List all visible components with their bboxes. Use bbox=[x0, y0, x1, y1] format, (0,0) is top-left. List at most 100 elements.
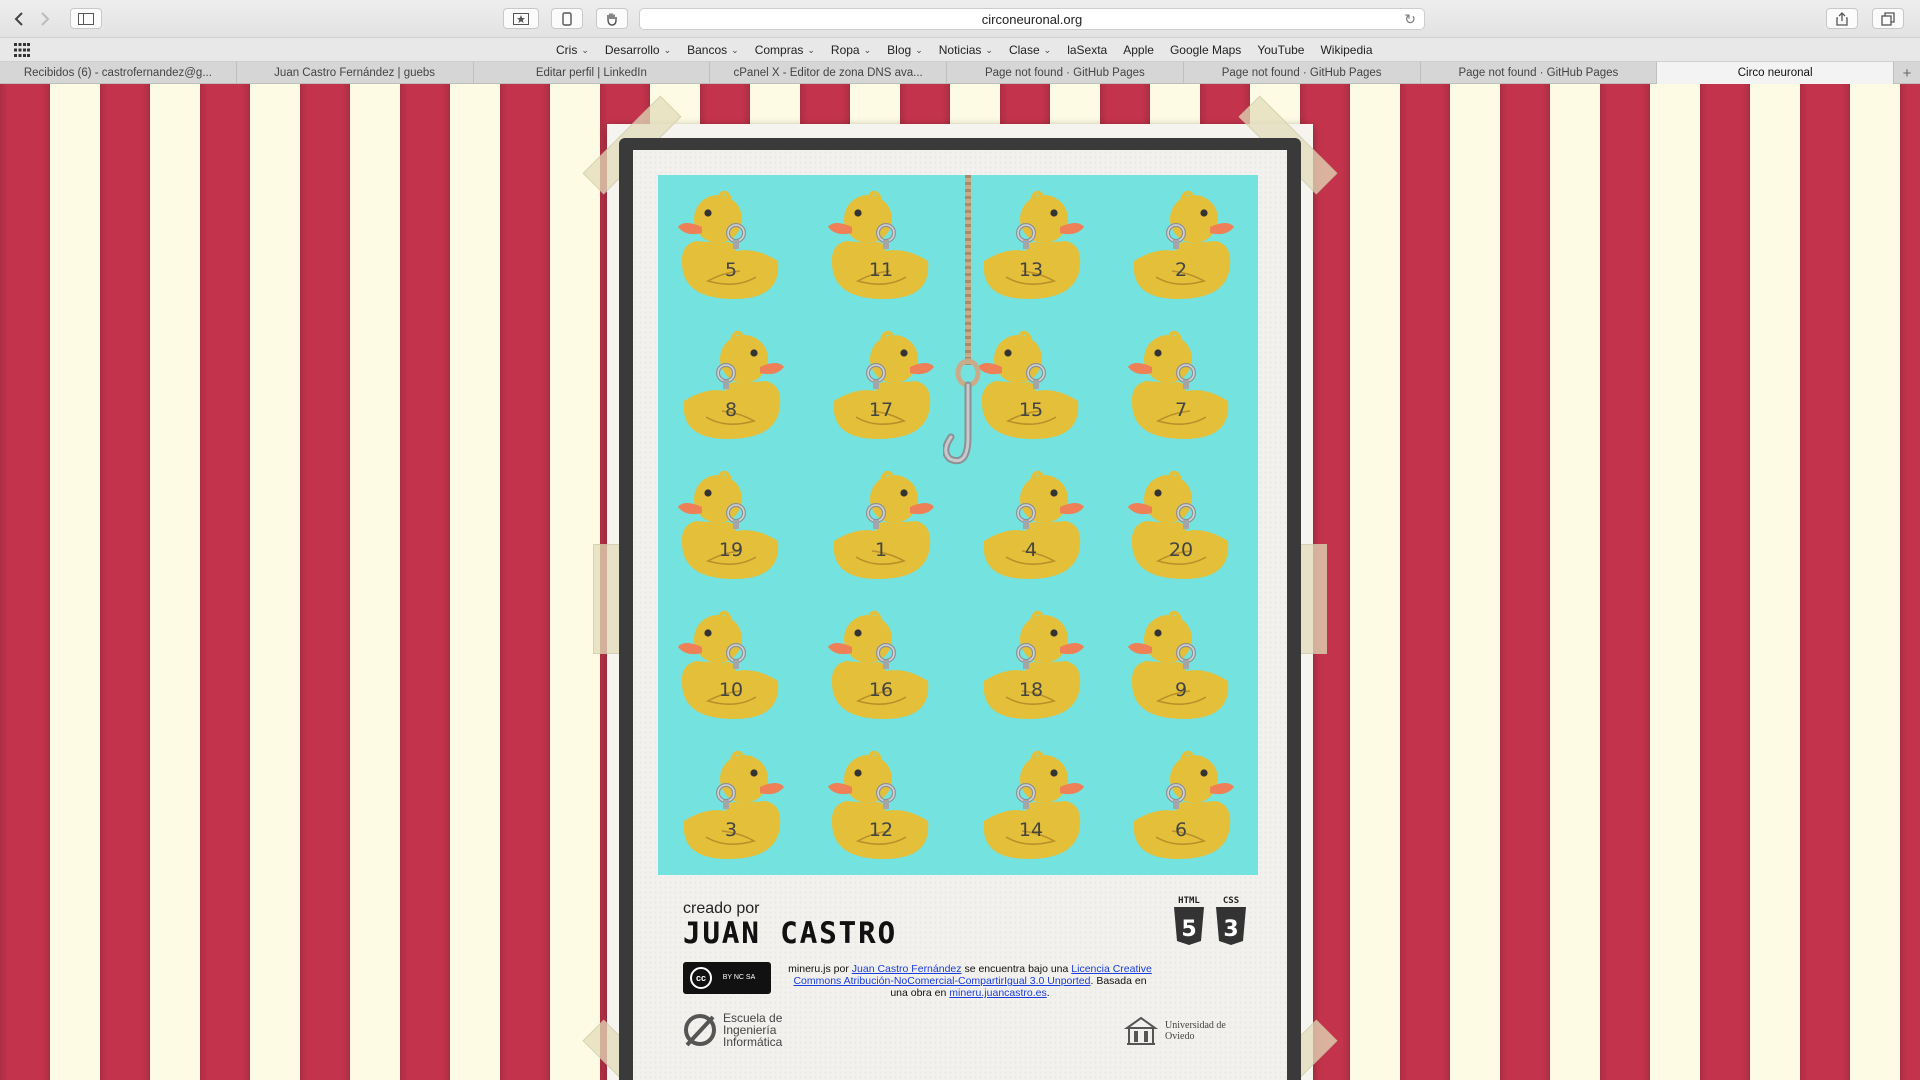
duck-2[interactable]: 2 bbox=[1116, 181, 1246, 311]
fishing-hook-icon[interactable] bbox=[943, 175, 993, 475]
favorite-apple[interactable]: Apple bbox=[1115, 43, 1162, 57]
duck-19[interactable]: 19 bbox=[666, 461, 796, 591]
chevron-left-icon bbox=[14, 11, 23, 26]
sidebar-icon bbox=[78, 12, 94, 25]
browser-tab[interactable]: cPanel X - Editor de zona DNS ava... bbox=[710, 62, 947, 84]
phone-icon bbox=[562, 11, 572, 26]
tabs-overview-button[interactable] bbox=[1872, 8, 1904, 29]
favorites-list: Cris ⌄ Desarrollo ⌄ Bancos ⌄ Compras ⌄ Ropa ⌄ Blog… bbox=[548, 38, 1381, 62]
duck-number: 9 bbox=[1174, 679, 1188, 701]
source-site-link[interactable]: mineru.juancastro.es bbox=[949, 987, 1046, 999]
duck-14[interactable]: 14 bbox=[966, 741, 1096, 871]
duck-number: 4 bbox=[1024, 539, 1038, 561]
duck-number: 11 bbox=[868, 259, 894, 281]
duck-number: 17 bbox=[868, 399, 894, 421]
css3-badge: CSS 3 bbox=[1213, 896, 1249, 946]
html5-badge: HTML 5 bbox=[1171, 896, 1207, 946]
reload-icon[interactable]: ↻ bbox=[1404, 11, 1416, 28]
duck-16[interactable]: 16 bbox=[816, 601, 946, 731]
favorite-compras[interactable]: Compras ⌄ bbox=[747, 43, 823, 57]
author-link[interactable]: Juan Castro Fernández bbox=[852, 963, 962, 975]
browser-tab[interactable]: Page not found · GitHub Pages bbox=[1421, 62, 1658, 84]
duck-number: 10 bbox=[718, 679, 744, 701]
chevron-down-icon: ⌄ bbox=[1043, 44, 1052, 55]
rubber-duck-icon bbox=[678, 470, 779, 579]
favorite-blog[interactable]: Blog ⌄ bbox=[879, 43, 931, 57]
favorites-bar: Cris ⌄ Desarrollo ⌄ Bancos ⌄ Compras ⌄ Ropa ⌄ Blog… bbox=[0, 38, 1920, 62]
poster-frame: 5 11 13 2 8 17 15 7 19 1 4 20 10 16 18 9 3 12 14 6 creado p… bbox=[619, 138, 1301, 1080]
duck-5[interactable]: 5 bbox=[666, 181, 796, 311]
duck-number: 7 bbox=[1174, 399, 1188, 421]
new-tab-button[interactable]: + bbox=[1894, 62, 1920, 84]
chevron-right-icon bbox=[41, 11, 50, 26]
favorite-cris[interactable]: Cris ⌄ bbox=[548, 43, 597, 57]
svg-text:3: 3 bbox=[1223, 917, 1238, 942]
svg-text:5: 5 bbox=[1181, 917, 1196, 942]
rubber-duck-icon bbox=[1128, 330, 1229, 439]
share-icon bbox=[1836, 11, 1848, 26]
duck-8[interactable]: 8 bbox=[666, 321, 796, 451]
creative-commons-badge[interactable]: cc BY NC SA bbox=[683, 962, 771, 994]
chevron-down-icon: ⌄ bbox=[581, 44, 589, 55]
browser-tab[interactable]: Page not found · GitHub Pages bbox=[1184, 62, 1421, 84]
favorite-lasexta[interactable]: laSexta bbox=[1059, 43, 1115, 57]
duck-number: 20 bbox=[1168, 539, 1194, 561]
hand-icon bbox=[607, 13, 617, 26]
favorite-desarrollo[interactable]: Desarrollo ⌄ bbox=[597, 43, 679, 57]
poster-paper: 5 11 13 2 8 17 15 7 19 1 4 20 10 16 18 9 3 12 14 6 creado p… bbox=[633, 150, 1287, 1080]
favorite-wikipedia[interactable]: Wikipedia bbox=[1312, 43, 1380, 57]
duck-number: 1 bbox=[874, 539, 888, 561]
address-bar[interactable]: circoneuronal.org ↻ bbox=[639, 8, 1425, 30]
duck-11[interactable]: 11 bbox=[816, 181, 946, 311]
duck-pond[interactable]: 5 11 13 2 8 17 15 7 19 1 4 20 10 16 18 9 3 12 14 6 bbox=[658, 175, 1258, 875]
university-crest-icon bbox=[1123, 1016, 1159, 1045]
duck-1[interactable]: 1 bbox=[816, 461, 946, 591]
favorite-youtube[interactable]: YouTube bbox=[1249, 43, 1312, 57]
hand-button[interactable] bbox=[596, 8, 628, 29]
author-name: JUAN CASTRO bbox=[683, 916, 898, 950]
browser-tab[interactable]: Recibidos (6) - castrofernandez@g... bbox=[0, 62, 237, 84]
duck-20[interactable]: 20 bbox=[1116, 461, 1246, 591]
university-logo: Universidad de Oviedo bbox=[1123, 1014, 1226, 1048]
html5-shield-icon: 5 bbox=[1174, 907, 1204, 945]
duck-7[interactable]: 7 bbox=[1116, 321, 1246, 451]
favorite-google-maps[interactable]: Google Maps bbox=[1162, 43, 1249, 57]
favorite-ropa[interactable]: Ropa ⌄ bbox=[823, 43, 879, 57]
rubber-duck-icon bbox=[683, 330, 784, 439]
duck-9[interactable]: 9 bbox=[1116, 601, 1246, 731]
device-button[interactable] bbox=[551, 8, 583, 29]
rubber-duck-icon bbox=[678, 610, 779, 719]
rubber-duck-icon bbox=[983, 470, 1084, 579]
url-text: circoneuronal.org bbox=[981, 11, 1083, 27]
star-icon bbox=[513, 12, 529, 25]
favorite-clase[interactable]: Clase ⌄ bbox=[1001, 43, 1059, 57]
grid-icon[interactable] bbox=[14, 43, 30, 57]
back-button[interactable] bbox=[8, 8, 30, 29]
browser-tab[interactable]: Page not found · GitHub Pages bbox=[947, 62, 1184, 84]
browser-tab[interactable]: Juan Castro Fernández | guebs bbox=[237, 62, 474, 84]
favorite-noticias[interactable]: Noticias ⌄ bbox=[931, 43, 1001, 57]
duck-number: 5 bbox=[724, 259, 738, 281]
rubber-duck-icon bbox=[833, 470, 934, 579]
duck-number: 16 bbox=[868, 679, 894, 701]
circus-page: 5 11 13 2 8 17 15 7 19 1 4 20 10 16 18 9 3 12 14 6 creado p… bbox=[0, 84, 1920, 1080]
rubber-duck-icon bbox=[1128, 610, 1229, 719]
browser-tab[interactable]: Circo neuronal bbox=[1657, 62, 1894, 84]
duck-6[interactable]: 6 bbox=[1116, 741, 1246, 871]
chevron-down-icon: ⌄ bbox=[915, 44, 923, 55]
favorite-bancos[interactable]: Bancos ⌄ bbox=[679, 43, 747, 57]
duck-18[interactable]: 18 bbox=[966, 601, 1096, 731]
browser-tab[interactable]: Editar perfil | LinkedIn bbox=[474, 62, 711, 84]
duck-10[interactable]: 10 bbox=[666, 601, 796, 731]
sidebar-button[interactable] bbox=[70, 8, 102, 29]
chevron-down-icon: ⌄ bbox=[863, 44, 872, 55]
rubber-duck-icon bbox=[678, 190, 779, 299]
forward-button[interactable] bbox=[34, 8, 56, 29]
duck-number: 19 bbox=[718, 539, 744, 561]
duck-4[interactable]: 4 bbox=[966, 461, 1096, 591]
share-button[interactable] bbox=[1826, 8, 1858, 29]
duck-12[interactable]: 12 bbox=[816, 741, 946, 871]
duck-17[interactable]: 17 bbox=[816, 321, 946, 451]
bookmarks-button[interactable] bbox=[503, 8, 539, 29]
duck-3[interactable]: 3 bbox=[666, 741, 796, 871]
